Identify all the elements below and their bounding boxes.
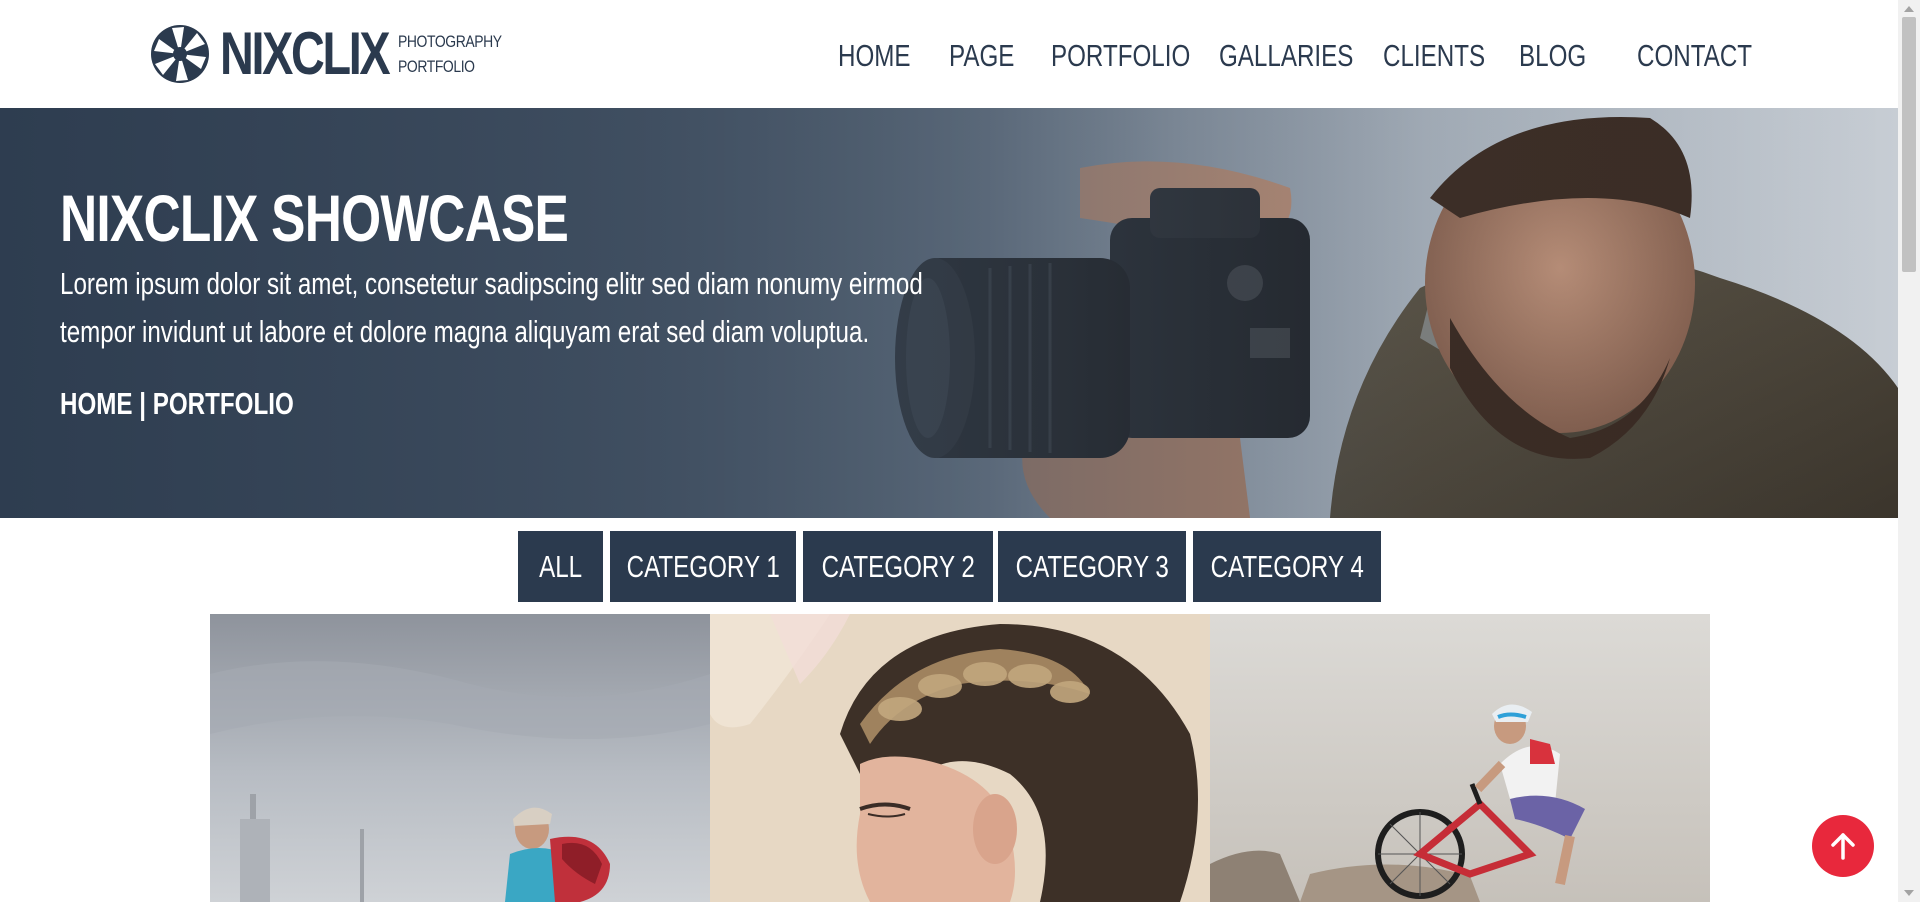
braided-hair-image [710, 614, 1210, 902]
filter-category-3-label: CATEGORY 3 [1015, 548, 1169, 584]
main-nav: HOME PAGE PORTFOLIO GALLARIES CLIENTS BL… [0, 36, 1898, 76]
filter-category-3-button[interactable]: CATEGORY 3 [998, 531, 1186, 602]
nav-item-portfolio[interactable]: PORTFOLIO [1051, 36, 1190, 76]
filter-category-2-button[interactable]: CATEGORY 2 [803, 531, 993, 602]
hero-banner: NIXCLIX SHOWCASE Lorem ipsum dolor sit a… [0, 108, 1898, 518]
gallery-item-cyclist[interactable] [1210, 614, 1710, 902]
nav-item-blog[interactable]: BLOG [1519, 36, 1586, 76]
filter-all-button[interactable]: ALL [518, 531, 603, 602]
nav-item-clients[interactable]: CLIENTS [1383, 36, 1485, 76]
nav-item-page[interactable]: PAGE [949, 36, 1014, 76]
filter-category-4-label: CATEGORY 4 [1210, 548, 1364, 584]
filter-category-1-button[interactable]: CATEGORY 1 [610, 531, 796, 602]
breadcrumb-separator: | [132, 386, 153, 421]
traveler-image [210, 614, 710, 902]
nav-item-contact[interactable]: CONTACT [1637, 36, 1752, 76]
filter-category-1-label: CATEGORY 1 [626, 548, 780, 584]
scroll-to-top-button[interactable] [1812, 815, 1874, 877]
gallery-item-braided-hair[interactable] [710, 614, 1210, 902]
arrow-up-icon [1831, 833, 1855, 860]
hero-description: Lorem ipsum dolor sit amet, consetetur s… [60, 266, 923, 349]
site-header: NIXCLIX PHOTOGRAPHY PORTFOLIO HOME PAGE … [0, 0, 1898, 108]
page-scrollbar[interactable] [1898, 0, 1920, 902]
filter-category-4-button[interactable]: CATEGORY 4 [1193, 531, 1381, 602]
filter-all-label: ALL [538, 548, 583, 584]
breadcrumb-current: PORTFOLIO [152, 386, 294, 421]
filter-category-2-label: CATEGORY 2 [821, 548, 975, 584]
nav-item-home[interactable]: HOME [838, 36, 911, 76]
breadcrumb: HOME | PORTFOLIO [60, 384, 294, 424]
portfolio-filters: ALL CATEGORY 1 CATEGORY 2 CATEGORY 3 CAT… [0, 531, 1898, 602]
scroll-down-arrow-icon[interactable] [1904, 890, 1914, 896]
scrollbar-thumb[interactable] [1902, 17, 1916, 272]
cyclist-image [1210, 614, 1710, 902]
breadcrumb-home-link[interactable]: HOME [60, 386, 133, 421]
page-title: NIXCLIX SHOWCASE [60, 181, 569, 255]
gallery-item-traveler[interactable] [210, 614, 710, 902]
nav-item-gallaries[interactable]: GALLARIES [1219, 36, 1353, 76]
scroll-up-arrow-icon[interactable] [1904, 6, 1914, 12]
portfolio-gallery [210, 614, 1710, 902]
